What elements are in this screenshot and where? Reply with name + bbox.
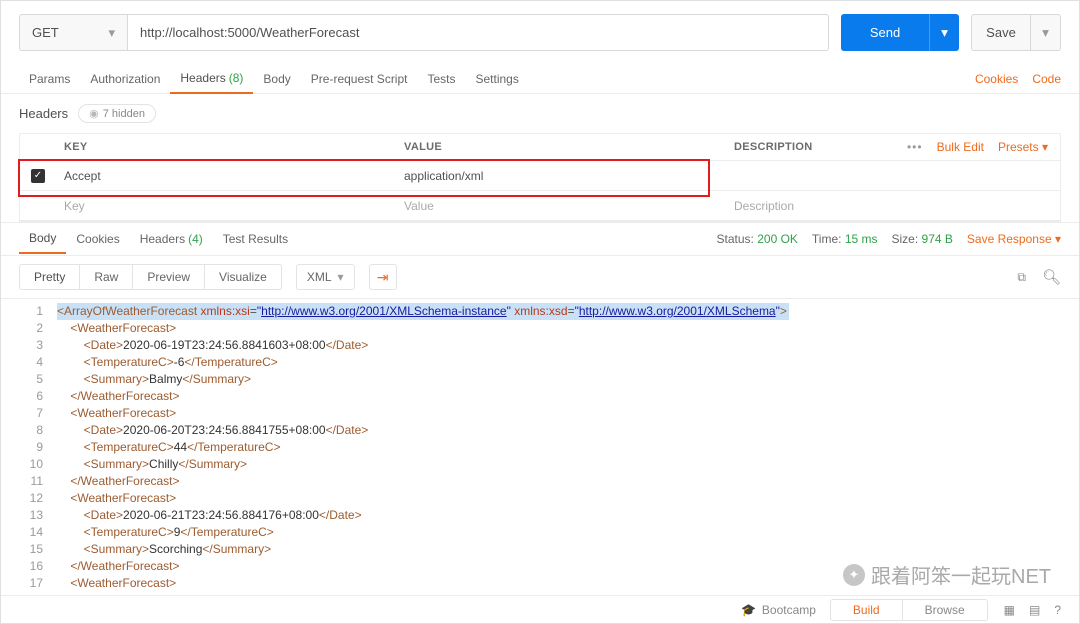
cookies-link[interactable]: Cookies <box>975 72 1018 86</box>
presets-dropdown[interactable]: Presets ▾ <box>998 140 1048 154</box>
chevron-down-icon: ▾ <box>338 270 344 284</box>
send-dropdown-button[interactable]: ▾ <box>929 14 959 51</box>
time-label: Time: 15 ms <box>812 232 878 246</box>
column-description: DESCRIPTION <box>726 141 892 153</box>
wrap-lines-button[interactable]: ⇥ <box>369 264 397 290</box>
copy-icon[interactable]: ⧉ <box>1017 270 1026 285</box>
format-label: XML <box>307 270 332 284</box>
response-headers-count: (4) <box>188 232 203 246</box>
save-dropdown-button[interactable]: ▾ <box>1031 14 1061 51</box>
hidden-headers-pill[interactable]: ◉ 7 hidden <box>78 104 156 123</box>
save-response-dropdown[interactable]: Save Response ▾ <box>967 232 1061 246</box>
header-value-cell[interactable]: application/xml <box>396 169 726 183</box>
size-value: 974 B <box>922 232 953 246</box>
response-headers-label: Headers <box>140 232 185 246</box>
panel-icon[interactable]: ▤ <box>1029 603 1040 617</box>
tab-authorization[interactable]: Authorization <box>80 64 170 94</box>
size-label: Size: 974 B <box>892 232 953 246</box>
status-label: Status: 200 OK <box>717 232 798 246</box>
url-input[interactable] <box>127 14 829 51</box>
headers-table: KEY VALUE DESCRIPTION ••• Bulk Edit Pres… <box>19 133 1061 222</box>
http-method-dropdown[interactable]: GET ▾ <box>19 14 127 51</box>
column-key: KEY <box>56 141 396 153</box>
view-pretty[interactable]: Pretty <box>19 264 80 290</box>
chevron-down-icon: ▾ <box>1042 25 1049 41</box>
tab-body[interactable]: Body <box>253 64 300 94</box>
watermark: ✦ 跟着阿笨一起玩NET <box>843 560 1051 589</box>
browse-mode-button[interactable]: Browse <box>903 599 988 621</box>
save-response-label: Save Response <box>967 232 1052 246</box>
response-tab-test-results[interactable]: Test Results <box>213 224 298 254</box>
time-value: 15 ms <box>845 232 878 246</box>
tab-params[interactable]: Params <box>19 64 80 94</box>
more-options-icon[interactable]: ••• <box>907 140 923 154</box>
checkbox-icon[interactable]: ✓ <box>31 169 45 183</box>
bulk-edit-link[interactable]: Bulk Edit <box>937 140 984 154</box>
view-preview[interactable]: Preview <box>133 264 205 290</box>
http-method-label: GET <box>32 25 59 40</box>
eye-icon: ◉ <box>89 107 99 120</box>
response-tab-body[interactable]: Body <box>19 224 66 254</box>
wechat-icon: ✦ <box>843 564 865 586</box>
two-pane-icon[interactable]: ▦ <box>1004 603 1015 617</box>
hidden-headers-label: 7 hidden <box>103 108 145 120</box>
wrap-icon: ⇥ <box>377 269 389 286</box>
header-key-cell[interactable]: Accept <box>56 169 396 183</box>
bootcamp-link[interactable]: 🎓 Bootcamp <box>741 603 816 617</box>
search-icon[interactable]: 🔍︎ <box>1042 268 1061 286</box>
code-link[interactable]: Code <box>1032 72 1061 86</box>
format-dropdown[interactable]: XML ▾ <box>296 264 355 290</box>
response-tab-cookies[interactable]: Cookies <box>66 224 129 254</box>
build-mode-button[interactable]: Build <box>830 599 903 621</box>
status-value: 200 OK <box>757 232 798 246</box>
header-description-placeholder[interactable]: Description <box>726 199 892 213</box>
header-key-placeholder[interactable]: Key <box>56 199 396 213</box>
help-icon[interactable]: ? <box>1054 603 1061 617</box>
academic-cap-icon: 🎓 <box>741 603 756 617</box>
headers-title: Headers <box>19 106 68 121</box>
view-visualize[interactable]: Visualize <box>205 264 282 290</box>
chevron-down-icon: ▾ <box>941 25 948 41</box>
header-row[interactable]: ✓ Accept application/xml <box>20 161 1060 191</box>
tab-headers-label: Headers <box>180 71 225 85</box>
tab-settings[interactable]: Settings <box>466 64 529 94</box>
presets-label: Presets <box>998 140 1039 154</box>
save-button[interactable]: Save <box>971 14 1031 51</box>
tab-pre-request-script[interactable]: Pre-request Script <box>301 64 418 94</box>
send-button[interactable]: Send <box>841 14 929 51</box>
chevron-down-icon: ▾ <box>108 25 115 41</box>
tab-headers[interactable]: Headers (8) <box>170 64 253 94</box>
tab-tests[interactable]: Tests <box>417 64 465 94</box>
headers-count-badge: (8) <box>229 71 244 85</box>
response-tab-headers[interactable]: Headers (4) <box>130 224 213 254</box>
view-raw[interactable]: Raw <box>80 264 133 290</box>
column-value: VALUE <box>396 141 726 153</box>
watermark-text: 跟着阿笨一起玩NET <box>871 560 1051 589</box>
bootcamp-label: Bootcamp <box>762 603 816 617</box>
header-value-placeholder[interactable]: Value <box>396 199 726 213</box>
header-row-new[interactable]: Key Value Description <box>20 191 1060 221</box>
